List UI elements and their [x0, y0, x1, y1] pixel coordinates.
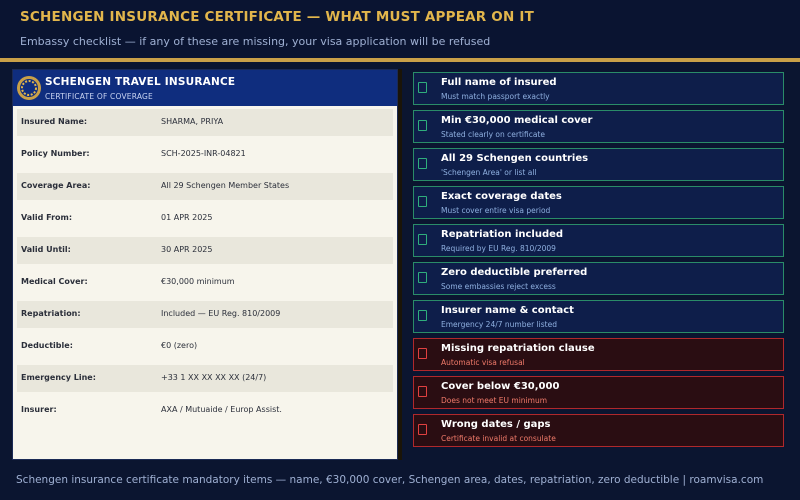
- certificate-title: SCHENGEN TRAVEL INSURANCE: [45, 76, 236, 88]
- certificate-subtitle: CERTIFICATE OF COVERAGE: [45, 92, 153, 101]
- checklist-item: Zero deductible preferred Some embassies …: [413, 262, 784, 295]
- checklist-item-description: Does not meet EU minimum: [441, 396, 547, 405]
- checklist-item-description: Required by EU Reg. 810/2009: [441, 244, 556, 253]
- checklist-item-title: Repatriation included: [441, 229, 564, 240]
- checkbox-icon: [418, 120, 427, 131]
- certificate-field-value: €30,000 minimum: [161, 277, 235, 286]
- certificate-field-label: Valid Until:: [21, 245, 71, 254]
- certificate-field-label: Valid From:: [21, 213, 73, 222]
- checklist-item-title: All 29 Schengen countries: [441, 153, 589, 164]
- checkbox-icon: [418, 234, 427, 245]
- certificate-field-label: Medical Cover:: [21, 277, 88, 286]
- checklist-item-title: Wrong dates / gaps: [441, 419, 551, 430]
- checkbox-icon: [418, 196, 427, 207]
- checklist-item-description: Emergency 24/7 number listed: [441, 320, 557, 329]
- certificate-field-label: Emergency Line:: [21, 373, 96, 382]
- page-header: SCHENGEN INSURANCE CERTIFICATE — WHAT MU…: [0, 0, 800, 58]
- refusal-reason-item: Missing repatriation clause Automatic vis…: [413, 338, 784, 371]
- certificate-field-label: Policy Number:: [21, 149, 90, 158]
- checklist-item: Min €30,000 medical cover Stated clearly …: [413, 110, 784, 143]
- checklist-item-description: 'Schengen Area' or list all: [441, 168, 537, 177]
- checklist-item-description: Must match passport exactly: [441, 92, 550, 101]
- certificate-field-value: All 29 Schengen Member States: [161, 181, 290, 190]
- warning-icon: [418, 386, 427, 397]
- checklist-item-description: Certificate invalid at consulate: [441, 434, 556, 443]
- certificate-field-label: Insurer:: [21, 405, 57, 414]
- certificate-field-label: Coverage Area:: [21, 181, 91, 190]
- certificate-fields: Insured Name: SHARMA, PRIYA Policy Number:…: [13, 106, 397, 426]
- certificate-field-value: 01 APR 2025: [161, 213, 213, 222]
- certificate-field-value: +33 1 XX XX XX XX (24/7): [161, 373, 267, 382]
- checklist-item-description: Must cover entire visa period: [441, 206, 551, 215]
- certificate-field-value: €0 (zero): [161, 341, 198, 350]
- certificate-field-value: 30 APR 2025: [161, 245, 213, 254]
- certificate-row: Medical Cover: €30,000 minimum: [13, 266, 397, 298]
- certificate-field-value: AXA / Mutuaide / Europ Assist.: [161, 405, 282, 414]
- page-subtitle: Embassy checklist — if any of these are …: [20, 35, 491, 48]
- certificate-row: Deductible: €0 (zero): [13, 330, 397, 362]
- checklist-item-title: Missing repatriation clause: [441, 343, 595, 354]
- checklist-item-description: Stated clearly on certificate: [441, 130, 545, 139]
- page-title: SCHENGEN INSURANCE CERTIFICATE — WHAT MU…: [20, 9, 534, 25]
- certificate-row: Valid Until: 30 APR 2025: [13, 234, 397, 266]
- checkbox-icon: [418, 158, 427, 169]
- checklist-item-title: Exact coverage dates: [441, 191, 562, 202]
- certificate-field-label: Deductible:: [21, 341, 73, 350]
- warning-icon: [418, 348, 427, 359]
- refusal-reason-item: Cover below €30,000 Does not meet EU mini…: [413, 376, 784, 409]
- checklist-item-description: Some embassies reject excess: [441, 282, 556, 291]
- certificate-row: Coverage Area: All 29 Schengen Member Sta…: [13, 170, 397, 202]
- checklist-item-title: Zero deductible preferred: [441, 267, 588, 278]
- checkbox-icon: [418, 82, 427, 93]
- footer-note: Schengen insurance certificate mandatory…: [16, 474, 764, 486]
- checklist-item: Full name of insured Must match passport …: [413, 72, 784, 105]
- checklist-item: All 29 Schengen countries 'Schengen Area'…: [413, 148, 784, 181]
- checklist-item-title: Min €30,000 medical cover: [441, 115, 593, 126]
- certificate-row: Insurer: AXA / Mutuaide / Europ Assist.: [13, 394, 397, 426]
- checklist-item-title: Full name of insured: [441, 77, 557, 88]
- certificate-row: Emergency Line: +33 1 XX XX XX XX (24/7): [13, 362, 397, 394]
- checklist-item: Insurer name & contact Emergency 24/7 num…: [413, 300, 784, 333]
- certificate-row: Valid From: 01 APR 2025: [13, 202, 397, 234]
- checklist-item: Exact coverage dates Must cover entire vi…: [413, 186, 784, 219]
- refusal-reason-item: Wrong dates / gaps Certificate invalid at…: [413, 414, 784, 447]
- certificate-header: SCHENGEN TRAVEL INSURANCE CERTIFICATE OF…: [13, 70, 397, 106]
- certificate-row: Repatriation: Included — EU Reg. 810/2009: [13, 298, 397, 330]
- checklist-item-title: Cover below €30,000: [441, 381, 560, 392]
- warning-icon: [418, 424, 427, 435]
- eu-seal-icon: [17, 76, 41, 100]
- checklist-item-description: Automatic visa refusal: [441, 358, 525, 367]
- certificate-field-value: SHARMA, PRIYA: [161, 117, 224, 126]
- certificate-field-value: SCH-2025-INR-04821: [161, 149, 246, 158]
- checklist-item-title: Insurer name & contact: [441, 305, 574, 316]
- header-divider: [0, 58, 800, 62]
- certificate-field-value: Included — EU Reg. 810/2009: [161, 309, 281, 318]
- checkbox-icon: [418, 272, 427, 283]
- certificate-row: Insured Name: SHARMA, PRIYA: [13, 106, 397, 138]
- certificate-field-label: Repatriation:: [21, 309, 81, 318]
- insurance-certificate: SCHENGEN TRAVEL INSURANCE CERTIFICATE OF…: [12, 69, 398, 460]
- checklist-item: Repatriation included Required by EU Reg.…: [413, 224, 784, 257]
- certificate-field-label: Insured Name:: [21, 117, 88, 126]
- certificate-row: Policy Number: SCH-2025-INR-04821: [13, 138, 397, 170]
- embassy-checklist: Full name of insured Must match passport …: [413, 72, 784, 452]
- checkbox-icon: [418, 310, 427, 321]
